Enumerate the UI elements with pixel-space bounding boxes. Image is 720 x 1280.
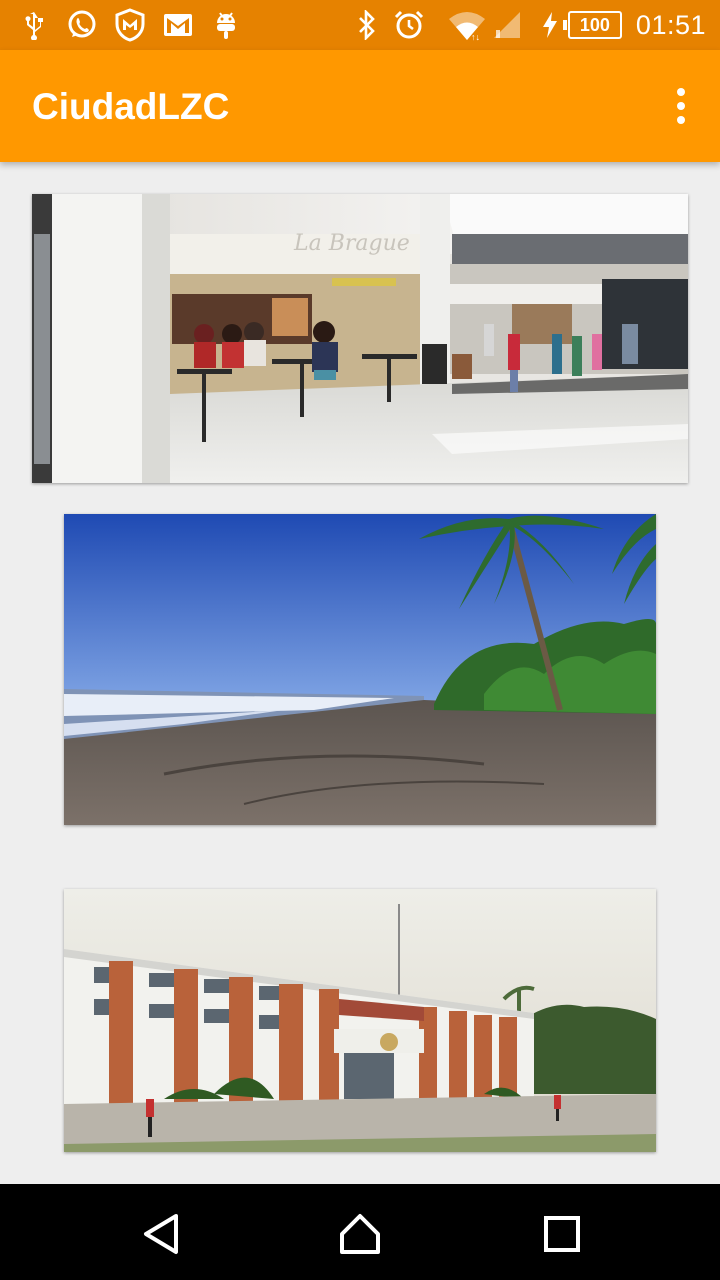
bluetooth-icon: [351, 9, 383, 41]
signal-icon: [491, 9, 523, 41]
usb-icon: [18, 9, 50, 41]
wifi-icon: ↑↓: [447, 9, 487, 41]
mall-cafe-photo: La Brague: [32, 194, 688, 483]
battery-level: 100: [567, 11, 622, 39]
municipal-building-photo: [64, 889, 656, 1152]
charging-icon: [541, 9, 559, 41]
app-title: CiudadLZC: [32, 86, 230, 127]
app-bar: CiudadLZC: [0, 50, 720, 162]
whatsapp-icon: [66, 9, 98, 41]
status-bar: ↑↓ 100 01:51: [0, 0, 720, 50]
alarm-icon: [393, 9, 425, 41]
navigation-bar: [0, 1184, 720, 1280]
gallery-item-mall-cafe[interactable]: La Brague: [32, 194, 688, 483]
shield-m-icon: [114, 8, 146, 42]
system-status: ↑↓ 100 01:51: [351, 0, 706, 50]
svg-text:La Brague: La Brague: [293, 231, 410, 256]
svg-text:↑↓: ↑↓: [471, 32, 480, 41]
more-vert-icon[interactable]: [676, 88, 686, 124]
gmail-icon: [162, 9, 194, 41]
recents-icon[interactable]: [540, 1212, 584, 1256]
gallery-list: La Brague: [0, 162, 720, 1184]
home-icon[interactable]: [338, 1212, 382, 1256]
beach-palms-photo: [64, 514, 656, 825]
back-icon[interactable]: [140, 1212, 184, 1256]
gallery-item-beach[interactable]: [64, 514, 656, 825]
status-clock: 01:51: [635, 9, 706, 40]
notification-icons: [18, 8, 258, 42]
battery-indicator: 100: [562, 11, 622, 39]
gallery-item-building[interactable]: [64, 889, 656, 1152]
android-debug-icon: [210, 9, 242, 41]
